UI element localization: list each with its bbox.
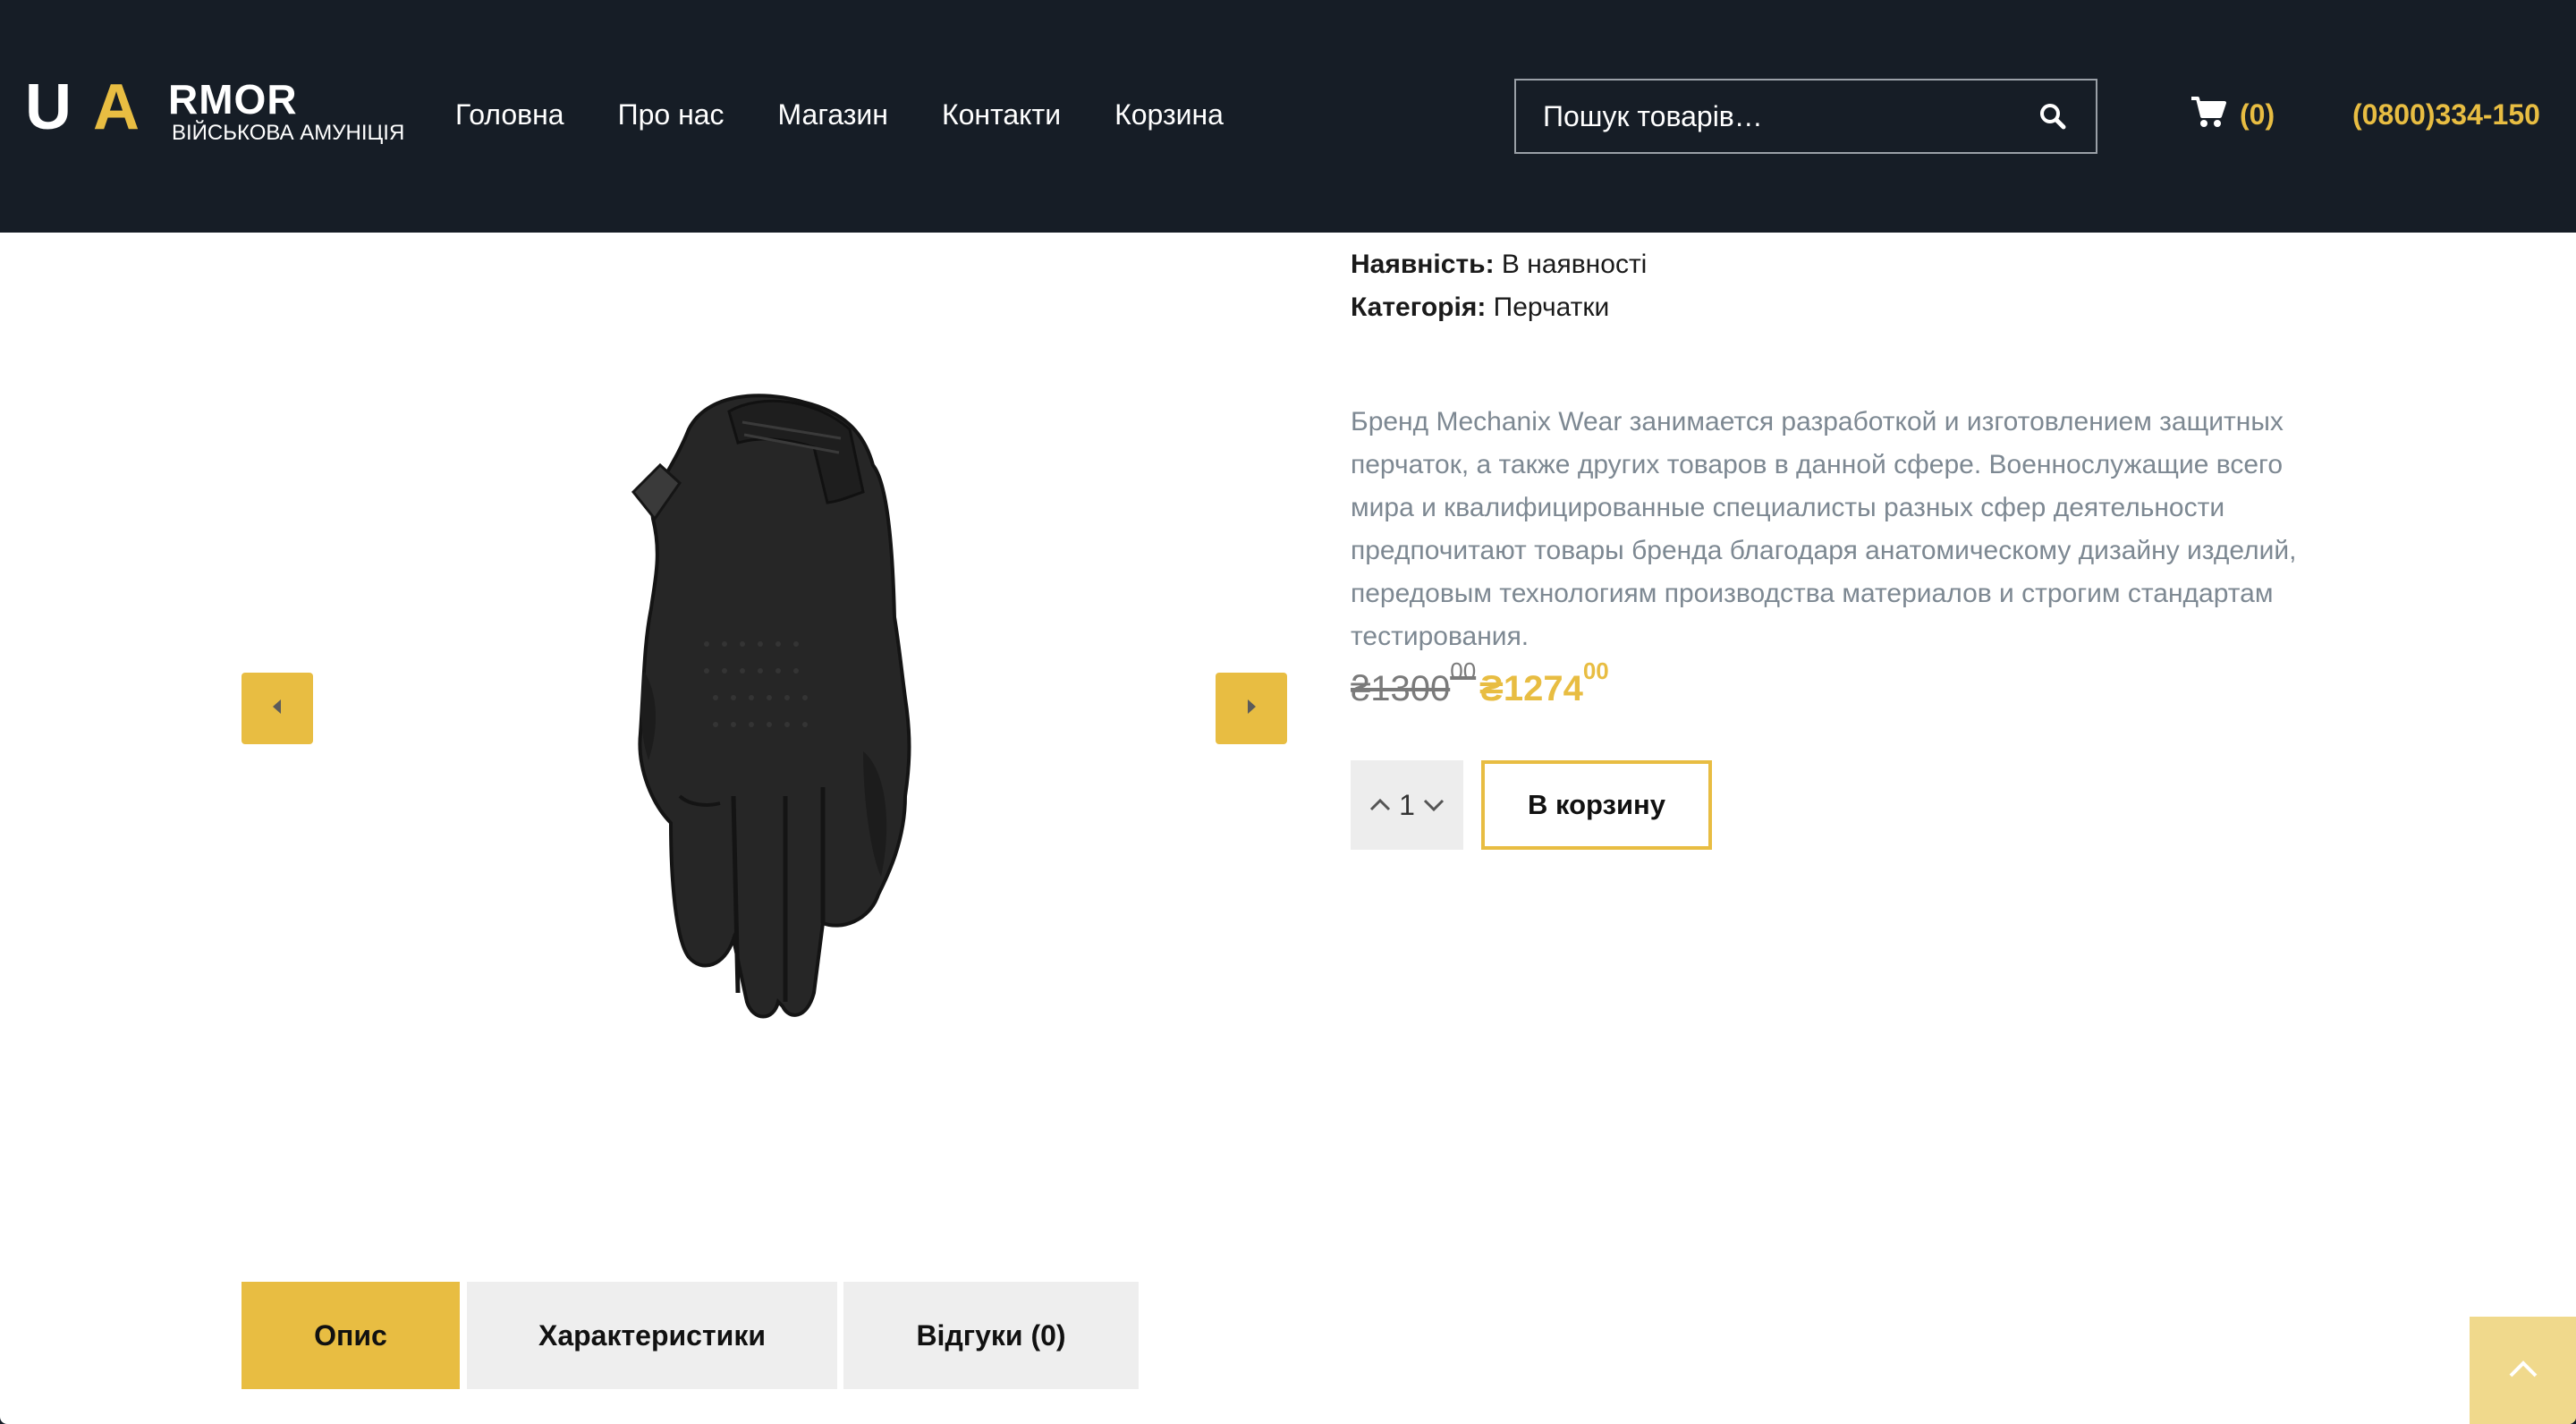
old-price-cents: 00 [1450,657,1477,684]
chevron-down-icon[interactable] [1421,793,1446,818]
price-row: ₴130000 ₴127400 [1351,658,1609,714]
chevron-up-icon [2507,1358,2539,1384]
caret-right-icon [1242,696,1260,722]
quantity-value[interactable]: 1 [1398,789,1416,822]
new-price-cents: 00 [1582,657,1609,684]
site-header: U A RMOR ВІЙСЬКОВА АМУНІЦІЯ Головна Про … [0,0,2576,233]
tab-reviews[interactable]: Відгуки (0) [843,1282,1139,1389]
category: Категорія: Перчатки [1351,290,1609,326]
old-price-amount: ₴1300 [1351,669,1451,708]
add-to-cart-button[interactable]: В корзину [1481,760,1712,850]
search-input[interactable] [1516,81,2017,152]
tab-description[interactable]: Опис [242,1282,460,1389]
site-logo[interactable]: U A RMOR ВІЙСЬКОВА АМУНІЦІЯ [25,75,404,145]
gallery-prev-button[interactable] [242,673,313,744]
logo-wordmark: RMOR [168,76,298,123]
nav-contacts[interactable]: Контакти [942,97,1061,132]
category-label: Категорія: [1351,292,1487,322]
logo-letter-u: U [25,72,72,143]
search-icon[interactable] [2038,102,2067,131]
caret-left-icon [268,696,286,722]
tab-specifications[interactable]: Характеристики [467,1282,837,1389]
availability: Наявність: В наявності [1351,247,1647,283]
logo-letter-a: A [93,72,140,143]
quantity-stepper: 1 [1351,760,1463,850]
header-cart[interactable]: (0) [2190,95,2275,133]
cart-icon [2190,95,2227,133]
nav-cart[interactable]: Корзина [1114,97,1224,132]
cart-count: (0) [2240,97,2275,131]
availability-value: В наявності [1501,250,1648,279]
old-price: ₴130000 [1351,658,1476,714]
logo-tagline: ВІЙСЬКОВА АМУНІЦІЯ [172,121,405,145]
new-price: ₴127400 [1479,658,1609,714]
search-box [1514,79,2097,154]
nav-home[interactable]: Головна [455,97,564,132]
availability-label: Наявність: [1351,250,1495,279]
product-image[interactable] [555,376,966,1029]
category-value[interactable]: Перчатки [1494,292,1610,322]
nav-about[interactable]: Про нас [618,97,724,132]
scroll-top-button[interactable] [2470,1317,2576,1424]
gallery-next-button[interactable] [1216,673,1287,744]
phone-link[interactable]: (0800)334-150 [2352,97,2540,132]
new-price-amount: ₴1274 [1479,669,1583,708]
product-description: Бренд Mechanix Wear занимается разработк… [1351,407,2297,651]
main-nav: Головна Про нас Магазин Контакти Корзина [455,97,1277,132]
logo-letters: U A [25,75,165,145]
nav-shop[interactable]: Магазин [778,97,888,132]
chevron-up-icon[interactable] [1368,793,1393,818]
page: U A RMOR ВІЙСЬКОВА АМУНІЦІЯ Головна Про … [0,0,2576,1424]
